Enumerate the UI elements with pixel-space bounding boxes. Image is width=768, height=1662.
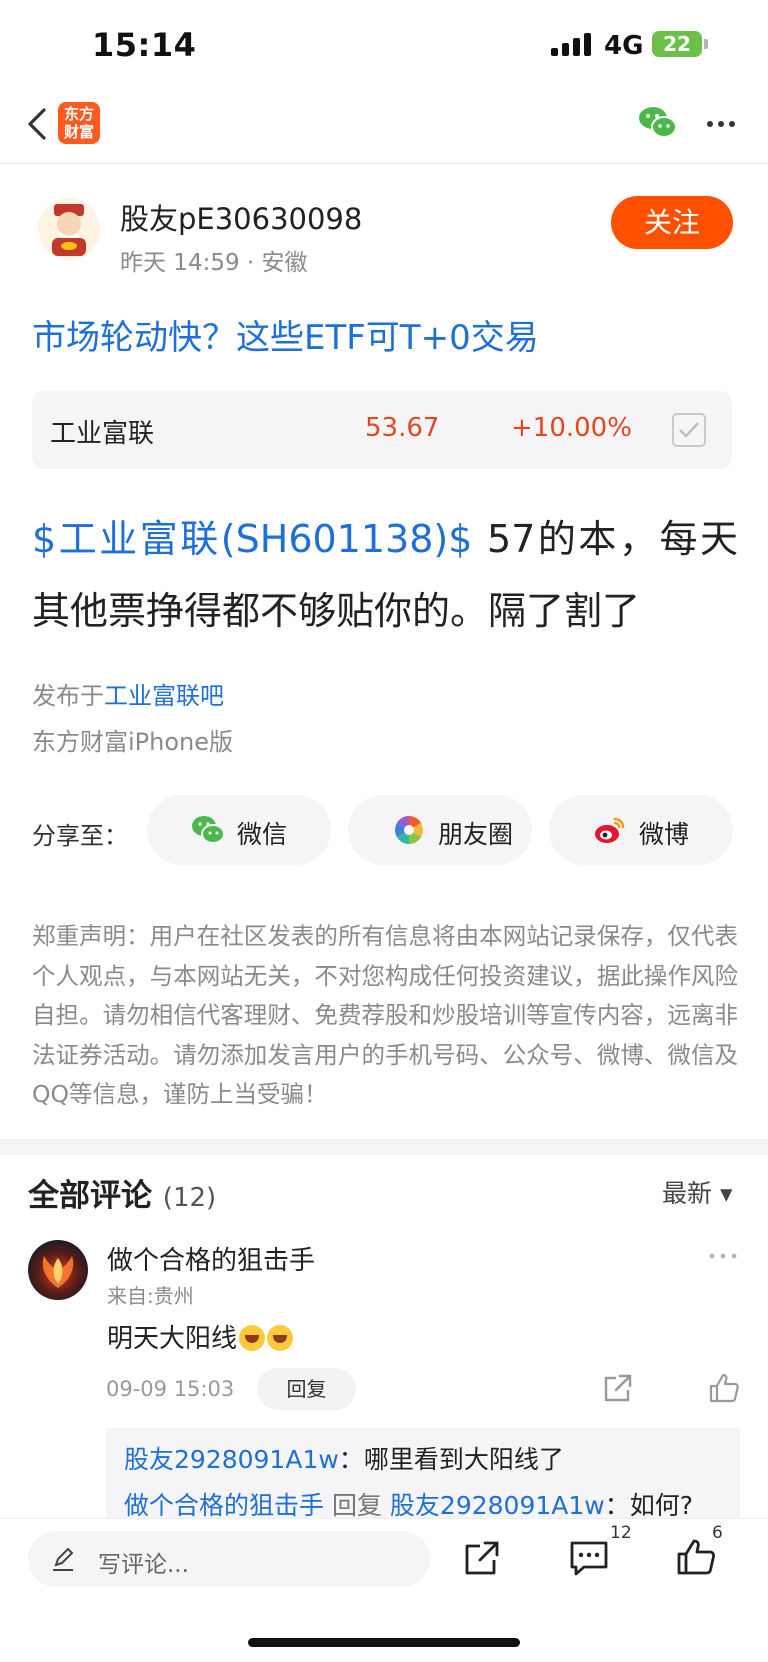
comments-header: 全部评论 (12) bbox=[28, 1170, 216, 1215]
stock-link[interactable]: $工业富联(SH601138)$ bbox=[32, 517, 472, 561]
share-wechat-button[interactable]: 微信 bbox=[147, 795, 331, 865]
like-count-badge: 6 bbox=[712, 1523, 723, 1543]
add-watchlist-checkbox-icon[interactable] bbox=[672, 413, 706, 447]
app-logo-line2: 财富 bbox=[63, 123, 94, 141]
share-label: 分享至： bbox=[32, 822, 128, 850]
sort-dropdown[interactable]: 最新 ▾ bbox=[662, 1174, 733, 1210]
author-name[interactable]: 股友pE30630098 bbox=[120, 196, 362, 238]
forum-link[interactable]: 工业富联吧 bbox=[104, 682, 224, 710]
network-type: 4G bbox=[604, 31, 644, 61]
reply-keyword: 回复 bbox=[324, 1491, 390, 1520]
status-time: 15:14 bbox=[92, 26, 197, 64]
reply-item: 股友2928091A1w：哪里看到大阳线了 bbox=[124, 1440, 564, 1476]
comment-text-body: 明天大阳线 bbox=[107, 1324, 238, 1354]
follow-button[interactable]: 关注 bbox=[611, 196, 733, 249]
comment-placeholder: 写评论... bbox=[98, 1552, 189, 1578]
section-divider bbox=[0, 1139, 768, 1155]
god-of-wealth-avatar-icon bbox=[52, 204, 86, 256]
comment-more-icon[interactable] bbox=[708, 1250, 738, 1262]
bottom-action-bar: 写评论... 12 6 bbox=[0, 1518, 768, 1662]
phoenix-avatar-icon bbox=[42, 1256, 74, 1288]
comment-time: 09-09 15:03 bbox=[106, 1377, 235, 1401]
battery-icon: 22 bbox=[652, 31, 702, 57]
reply-target-user[interactable]: 股友2928091A1w bbox=[390, 1491, 605, 1520]
like-icon[interactable] bbox=[676, 1537, 716, 1577]
reply-item: 做个合格的狙击手 回复 股友2928091A1w：如何? bbox=[124, 1486, 693, 1520]
reply-button[interactable]: 回复 bbox=[257, 1368, 356, 1410]
share-moments-button[interactable]: 朋友圈 bbox=[348, 795, 532, 865]
reply-text: 如何? bbox=[629, 1491, 694, 1520]
reply-user[interactable]: 做个合格的狙击手 bbox=[124, 1491, 324, 1520]
check-icon bbox=[679, 422, 699, 438]
app-logo[interactable]: 东方 财富 bbox=[58, 102, 100, 144]
wechat-icon bbox=[192, 816, 225, 844]
comment-text: 明天大阳线 bbox=[107, 1318, 294, 1355]
share-weibo-button[interactable]: 微博 bbox=[549, 795, 733, 865]
weibo-icon bbox=[595, 817, 625, 843]
share-wechat-label: 微信 bbox=[237, 820, 288, 849]
back-icon[interactable] bbox=[24, 104, 54, 144]
post-meta: 昨天 14:59 · 安徽 bbox=[120, 250, 308, 276]
post-body: $工业富联(SH601138)$ 57的本，每天其他票挣得都不够贴你的。隔了割了 bbox=[32, 503, 738, 647]
wechat-icon[interactable] bbox=[638, 104, 678, 142]
stock-change: +10.00% bbox=[511, 413, 632, 443]
comment-input[interactable]: 写评论... bbox=[28, 1531, 430, 1587]
disclaimer: 郑重声明：用户在社区发表的所有信息将由本网站记录保存，仅代表个人观点，与本网站无… bbox=[32, 922, 738, 1108]
published-prefix: 发布于 bbox=[32, 682, 104, 710]
share-icon[interactable] bbox=[602, 1372, 634, 1404]
stock-name: 工业富联 bbox=[50, 419, 155, 449]
comments-count: (12) bbox=[162, 1183, 217, 1213]
commenter-avatar[interactable] bbox=[28, 1240, 88, 1300]
pen-icon bbox=[53, 1547, 74, 1571]
reply-user[interactable]: 股友2928091A1w bbox=[124, 1445, 339, 1474]
app-logo-line1: 东方 bbox=[63, 105, 94, 123]
reply-thread[interactable]: 股友2928091A1w：哪里看到大阳线了 做个合格的狙击手 回复 股友2928… bbox=[106, 1428, 740, 1520]
moments-icon bbox=[395, 816, 423, 844]
share-icon[interactable] bbox=[463, 1539, 501, 1577]
share-moments-label: 朋友圈 bbox=[438, 820, 514, 849]
comments-title: 全部评论 bbox=[28, 1178, 152, 1214]
battery-tip bbox=[704, 39, 708, 49]
comment-count-badge: 12 bbox=[610, 1523, 632, 1543]
laughing-tears-emoji-icon bbox=[267, 1325, 294, 1351]
nav-bar: 东方 财富 bbox=[0, 90, 768, 164]
stock-card[interactable]: 工业富联 53.67 +10.00% bbox=[32, 391, 732, 469]
published-row: 发布于工业富联吧 bbox=[32, 676, 224, 711]
commenter-name[interactable]: 做个合格的狙击手 bbox=[107, 1240, 315, 1277]
share-weibo-label: 微博 bbox=[639, 820, 690, 849]
signal-icon bbox=[551, 33, 591, 56]
reply-text: 哪里看到大阳线了 bbox=[363, 1445, 564, 1474]
post-title[interactable]: 市场轮动快？这些ETF可T+0交易 bbox=[32, 310, 539, 359]
status-bar: 15:14 4G 22 bbox=[0, 0, 768, 90]
home-indicator bbox=[248, 1638, 520, 1647]
commenter-location: 来自:贵州 bbox=[107, 1284, 194, 1308]
comment-icon[interactable] bbox=[568, 1539, 610, 1577]
reply-separator: ： bbox=[338, 1445, 364, 1474]
author-avatar[interactable] bbox=[38, 198, 100, 260]
laughing-tears-emoji-icon bbox=[239, 1325, 266, 1351]
device-source: 东方财富iPhone版 bbox=[32, 728, 234, 756]
more-icon[interactable] bbox=[706, 112, 736, 136]
stock-price: 53.67 bbox=[365, 413, 440, 443]
like-icon[interactable] bbox=[708, 1372, 740, 1404]
reply-separator: ： bbox=[604, 1491, 630, 1520]
